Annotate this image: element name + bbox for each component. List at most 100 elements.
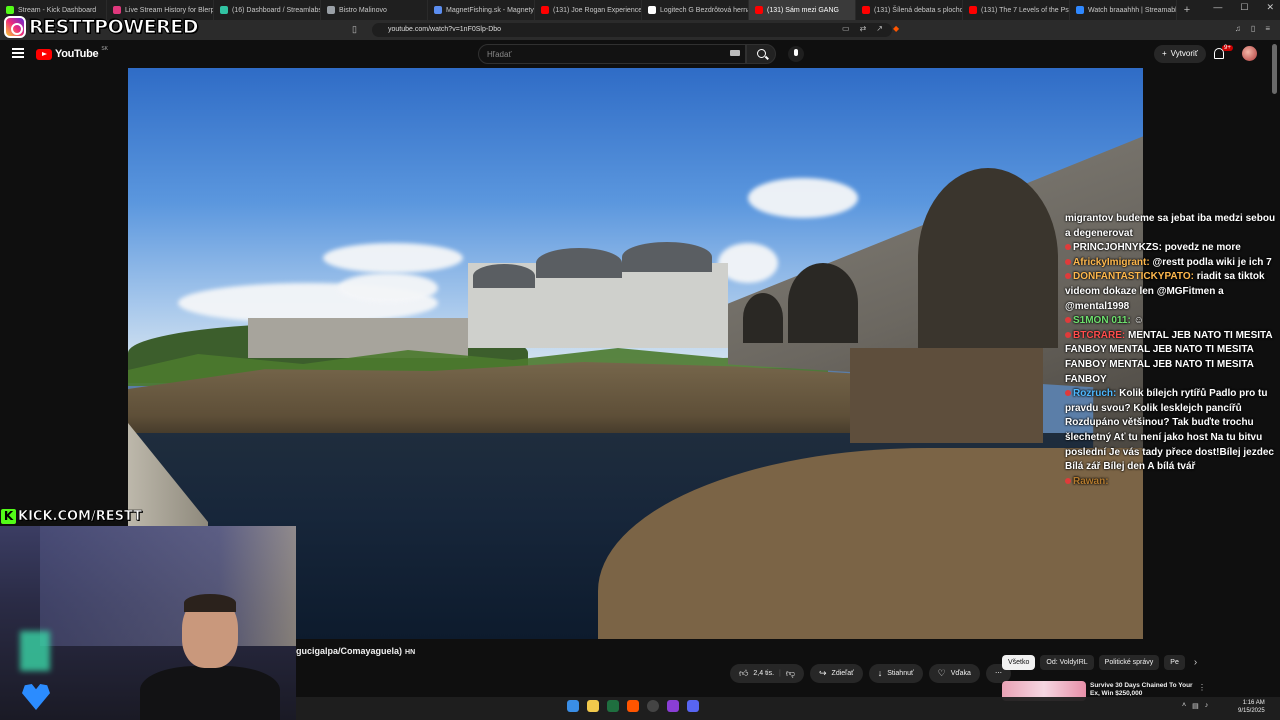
new-tab-button[interactable]: + [1177,4,1197,16]
sidebar-icon[interactable]: ▯ [1251,24,1255,33]
filter-chip[interactable]: Pe [1164,655,1185,670]
filter-chip[interactable]: Všetko [1002,655,1036,670]
youtube-wordmark: YouTube [55,48,99,60]
filter-chip[interactable]: Politické správy [1098,655,1160,670]
url-field[interactable]: youtube.com/watch?v=1nF0Slp-Dbo [372,23,892,37]
user-avatar[interactable] [1242,46,1257,61]
thanks-button[interactable]: ♡ Vďaka [928,664,980,683]
thanks-label: Vďaka [950,670,971,677]
bookmark-icon[interactable]: ▯ [352,24,357,35]
keyboard-icon[interactable] [730,50,740,56]
download-button[interactable]: ↓ Stiahnuť [868,664,923,683]
twitch-icon[interactable] [667,700,679,712]
hamburger-menu-icon[interactable] [12,48,24,58]
windows-start-icon[interactable] [567,700,579,712]
chat-badge-icon [1065,477,1071,484]
youtube-logo[interactable]: YouTube SK [36,46,108,60]
browser-tab[interactable]: (131) The 7 Levels of the Psych [963,0,1070,20]
voice-search-icon[interactable] [788,46,804,62]
translate-icon[interactable]: ⇄ [860,24,867,33]
brave-shield-icon[interactable]: ◆ [893,24,899,33]
chat-username: S1MON 011: [1073,315,1131,327]
browser-tab[interactable]: (16) Dashboard / Streamlabs [214,0,321,20]
browser-tab[interactable]: MagnetFishing.sk - Magnety a [428,0,535,20]
close-window-icon[interactable]: ✕ [1266,2,1274,13]
youtube-header: YouTube SK Hľadať + Vytvoriť 9+ [0,40,1280,68]
share-icon[interactable]: ↗ [876,24,883,33]
chevron-up-icon[interactable]: ˄ [1182,702,1186,710]
tab-label: (131) Šílená debata s plochozo [874,6,963,14]
notification-count-badge: 9+ [1222,45,1233,51]
search-input[interactable]: Hľadať [478,44,746,64]
menu-icon[interactable]: ≡ [1265,24,1270,33]
bridge-arch [918,168,1058,348]
cloud [748,178,858,218]
tab-favicon-icon [327,6,335,14]
tab-label: Bistro Malinovo [339,6,387,14]
browser-tab[interactable]: Logitech G Bezdrôtová herná m [642,0,749,20]
obs-icon[interactable] [647,700,659,712]
like-button[interactable]: 👍︎ 2,4 tis. | 👎︎ [730,664,804,683]
create-button[interactable]: + Vytvoriť [1154,45,1206,63]
network-icon[interactable]: ▤ [1192,702,1199,710]
minimize-icon[interactable]: — [1213,2,1222,13]
webcam-overlay [0,526,296,720]
taskbar-clock[interactable]: 1:16 AM 9/15/2025 [1238,699,1265,715]
discord-icon[interactable] [687,700,699,712]
chat-message: PRINCJOHNYKZS: povedz ne more [1065,241,1277,256]
dome [536,248,622,278]
tab-favicon-icon [541,6,549,14]
chat-badge-icon [1065,273,1071,280]
tab-favicon-icon [220,6,228,14]
extensions-area: ♫ ▯ ≡ [1235,24,1270,33]
download-label: Stiahnuť [887,670,914,677]
browser-tab[interactable]: (131) Sám mezi GANG [749,0,856,20]
browser-tab[interactable]: Watch braaahhh | Streamable [1070,0,1177,20]
chevron-right-icon[interactable]: › [1194,657,1197,668]
tab-favicon-icon [1076,6,1084,14]
filter-chip[interactable]: Od: VoldyIRL [1040,655,1094,670]
tab-label: Stream - Kick Dashboard [18,6,97,14]
instagram-icon [4,16,26,38]
bridge-arch [788,263,858,343]
tab-label: (16) Dashboard / Streamlabs [232,6,321,14]
thumbs-down-icon[interactable]: 👎︎ [786,664,795,683]
thanks-icon: ♡ [937,668,946,678]
brave-browser-icon[interactable] [627,700,639,712]
tab-search-icon[interactable]: ▭ [842,24,850,33]
chat-text: @restt podla wiki je ich 7 [1152,256,1272,268]
chat-message: AfrickyImigrant: @restt podla wiki je ic… [1065,256,1277,271]
recommended-title[interactable]: Survive 30 Days Chained To Your Ex, Win … [1090,682,1194,698]
like-count: 2,4 tis. [753,670,775,677]
chat-message: migrantov budeme sa jebat iba medzi sebo… [1065,212,1277,241]
chat-badge-icon [1065,317,1071,324]
browser-tab[interactable]: (131) Joe Rogan Experience #2 [535,0,642,20]
browser-tab[interactable]: (131) Šílená debata s plochozo [856,0,963,20]
recommendation-chips: Všetko Od: VoldyIRL Politické správy Pe › [1002,655,1197,670]
tab-favicon-icon [113,6,121,14]
search-button[interactable] [746,44,776,64]
tab-favicon-icon [755,6,763,14]
tab-label: Live Stream History for Blerp S [125,6,214,14]
video-title-text: gucigalpa/Comayaguela) [296,646,403,656]
terminal-icon[interactable] [607,700,619,712]
stream-chat-overlay: migrantov budeme sa jebat iba medzi sebo… [1065,212,1277,489]
stream-brand-overlay: RESTTPOWERED [4,14,199,40]
file-explorer-icon[interactable] [587,700,599,712]
video-title: gucigalpa/Comayaguela) HN [296,646,415,656]
browser-tab[interactable]: Bistro Malinovo [321,0,428,20]
tab-label: MagnetFishing.sk - Magnety a [446,6,535,14]
tab-label: (131) The 7 Levels of the Psych [981,6,1070,14]
chat-username: Rozruch: [1073,388,1117,400]
maximize-icon[interactable]: ☐ [1240,2,1248,13]
tab-favicon-icon [969,6,977,14]
media-icon[interactable]: ♫ [1235,24,1241,33]
country-code: SK [101,46,108,52]
share-button[interactable]: ↪ Zdieľať [810,664,863,683]
page-scrollbar[interactable] [1272,44,1277,94]
volume-icon[interactable]: ♪ [1205,702,1209,710]
video-title-suffix: HN [405,649,416,656]
recommended-more-icon[interactable]: ⋮ [1198,683,1206,692]
chat-message: S1MON 011: ☺ [1065,314,1277,329]
share-label: Zdieľať [831,670,854,677]
